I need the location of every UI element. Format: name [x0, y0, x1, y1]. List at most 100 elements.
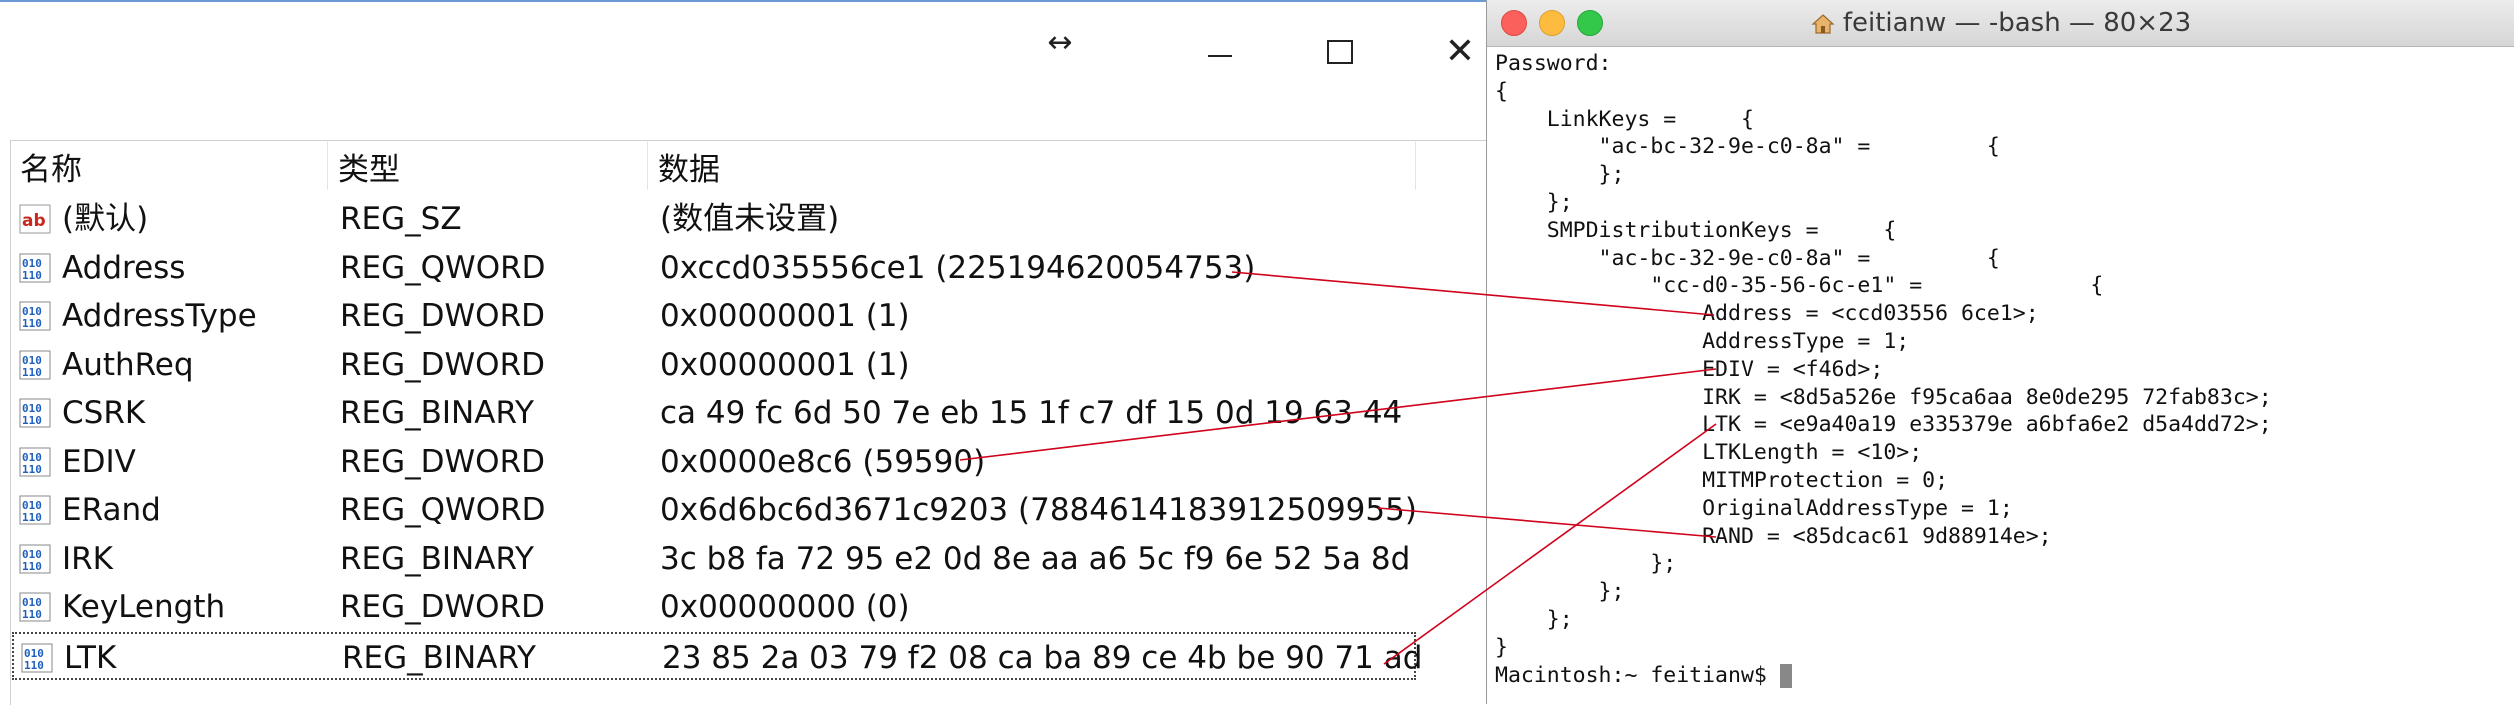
terminal-line: OriginalAddressType = 1;	[1495, 495, 2013, 521]
value-data: (数值未设置)	[660, 201, 840, 237]
terminal-line: "ac-bc-32-9e-c0-8a" = {	[1495, 134, 2000, 160]
terminal-line: }	[1495, 634, 1508, 660]
binary-value-icon: 010110	[19, 301, 51, 331]
value-name: ERand	[62, 492, 161, 528]
terminal-line: MITMProtection = 0;	[1495, 467, 1949, 493]
terminal-title-text: feitianw — -bash — 80×23	[1842, 8, 2192, 38]
home-icon	[1811, 13, 1835, 34]
column-header-type[interactable]: 类型	[328, 142, 648, 190]
registry-editor-window: ↔ ✕ 名称 类型 数据 ab (默认) REG_SZ (数值未设置) 010 110 Ad…	[0, 0, 1487, 705]
value-type: REG_BINARY	[340, 395, 534, 431]
svg-text:110: 110	[22, 414, 42, 427]
terminal-title: feitianw — -bash — 80×23	[1487, 0, 2514, 46]
resize-arrows-icon[interactable]: ↔	[1030, 14, 1090, 70]
string-value-icon: ab	[19, 204, 51, 234]
value-name: AuthReq	[62, 346, 194, 383]
value-name: EDIV	[62, 443, 136, 480]
svg-text:110: 110	[22, 269, 42, 282]
terminal-line: Password:	[1495, 51, 1612, 76]
value-type: REG_QWORD	[340, 492, 546, 528]
binary-value-icon: 010110	[19, 544, 51, 573]
table-row[interactable]: 010 110 EDIV REG_DWORD 0x0000e8c6 (59590)	[12, 438, 1416, 486]
terminal-line: LinkKeys = {	[1495, 106, 1754, 132]
table-row[interactable]: 010 110 Address REG_QWORD 0xccd035556ce1 (22…	[12, 244, 1416, 292]
binary-value-icon: 010110	[21, 643, 53, 672]
value-name: LTK	[64, 639, 117, 676]
terminal-cursor	[1779, 663, 1792, 688]
terminal-line: "cc-d0-35-56-6c-e1" = {	[1495, 273, 2104, 299]
terminal-line: LTKLength = <10>;	[1495, 440, 1923, 466]
terminal-line: };	[1495, 579, 1625, 605]
binary-value-icon: 010110	[19, 495, 51, 525]
svg-text:ab: ab	[22, 211, 46, 231]
value-data: 0x0000e8c6 (59590)	[660, 443, 986, 480]
value-type: REG_DWORD	[340, 298, 545, 334]
value-type: REG_SZ	[340, 201, 462, 237]
value-name: IRK	[62, 540, 114, 577]
value-type: REG_DWORD	[340, 589, 545, 625]
close-button[interactable]: ✕	[1430, 24, 1490, 80]
value-name: Address	[62, 249, 186, 286]
terminal-line: };	[1495, 162, 1625, 188]
table-row[interactable]: 010 110 LTK REG_BINARY 23 85 2a 03 79 f2 08 …	[12, 631, 1422, 680]
terminal-line: LTK = <e9a40a19 e335379e a6bfa6e2 d5a4dd…	[1495, 412, 2272, 438]
terminal-line: IRK = <8d5a526e f95ca6aa 8e0de295 72fab8…	[1495, 384, 2272, 410]
column-header-data[interactable]: 数据	[648, 142, 1416, 190]
svg-text:110: 110	[22, 463, 42, 476]
maximize-button[interactable]	[1310, 24, 1370, 80]
table-row[interactable]: 010 110 AddressType REG_DWORD 0x00000001 (1)	[12, 292, 1416, 340]
terminal-window: feitianw — -bash — 80×23 Password:{ Link…	[1486, 0, 2514, 704]
terminal-line: Address = <ccd03556 6ce1>;	[1495, 301, 2039, 327]
terminal-line: EDIV = <f46d>;	[1495, 356, 1884, 382]
value-name: AddressType	[62, 298, 257, 334]
column-header-name[interactable]: 名称	[10, 142, 328, 190]
table-row[interactable]: 010 110 CSRK REG_BINARY ca 49 fc 6d 50 7e eb…	[12, 389, 1416, 437]
value-type: REG_DWORD	[340, 443, 545, 480]
svg-text:110: 110	[22, 608, 42, 621]
value-name: CSRK	[62, 395, 146, 431]
binary-value-icon: 010110	[19, 253, 51, 282]
binary-value-icon: 010110	[19, 592, 51, 622]
table-row[interactable]: 010 110 AuthReq REG_DWORD 0x00000001 (1)	[12, 341, 1416, 389]
terminal-line: SMPDistributionKeys = {	[1495, 217, 1897, 243]
terminal-prompt: Macintosh:~ feitianw$	[1495, 662, 1780, 688]
terminal-line: };	[1495, 606, 1573, 632]
registry-titlebar: ↔ ✕	[0, 0, 1486, 138]
value-type: REG_QWORD	[340, 249, 546, 286]
value-type: REG_DWORD	[340, 346, 545, 383]
value-type: REG_BINARY	[342, 639, 536, 676]
binary-value-icon: 010110	[19, 447, 51, 476]
maximize-icon	[1327, 40, 1353, 64]
terminal-output[interactable]: Password:{ LinkKeys = { "ac-bc-32-9e-c0-…	[1495, 50, 2507, 700]
value-name: (默认)	[62, 201, 149, 237]
terminal-line: };	[1495, 189, 1573, 215]
svg-text:110: 110	[24, 659, 44, 672]
table-row[interactable]: ab (默认) REG_SZ (数值未设置)	[12, 195, 1416, 243]
minimize-icon	[1208, 55, 1232, 57]
table-row[interactable]: 010 110 IRK REG_BINARY 3c b8 fa 72 95 e2 0d …	[12, 535, 1416, 583]
value-data: ca 49 fc 6d 50 7e eb 15 1f c7 df 15 0d 1…	[660, 395, 1403, 431]
table-row[interactable]: 010 110 KeyLength REG_DWORD 0x00000000 (0)	[12, 583, 1416, 631]
terminal-prompt-line[interactable]: Macintosh:~ feitianw$	[1495, 662, 2507, 690]
terminal-line: {	[1495, 78, 1508, 104]
value-data: 0x00000000 (0)	[660, 589, 910, 625]
value-data: 0xccd035556ce1 (225194620054753)	[660, 249, 1256, 286]
terminal-line: RAND = <85dcac61 9d88914e>;	[1495, 523, 2052, 549]
minimize-button[interactable]	[1190, 24, 1250, 80]
svg-text:110: 110	[22, 366, 42, 379]
terminal-line: AddressType = 1;	[1495, 328, 1910, 354]
value-data: 0x00000001 (1)	[660, 298, 910, 334]
value-data: 23 85 2a 03 79 f2 08 ca ba 89 ce 4b be 9…	[662, 639, 1423, 676]
terminal-titlebar: feitianw — -bash — 80×23	[1487, 0, 2514, 47]
close-icon: ✕	[1444, 31, 1476, 72]
value-type: REG_BINARY	[340, 540, 534, 577]
binary-value-icon: 010110	[19, 398, 51, 428]
value-name: KeyLength	[62, 589, 226, 625]
table-row[interactable]: 010 110 ERand REG_QWORD 0x6d6bc6d3671c9203 (…	[12, 486, 1417, 534]
svg-text:110: 110	[22, 317, 42, 330]
value-data: 3c b8 fa 72 95 e2 0d 8e aa a6 5c f9 6e 5…	[660, 540, 1411, 577]
binary-value-icon: 010110	[19, 350, 51, 379]
terminal-line: "ac-bc-32-9e-c0-8a" = {	[1495, 245, 2000, 271]
svg-text:110: 110	[22, 560, 42, 573]
value-data: 0x00000001 (1)	[660, 346, 910, 383]
